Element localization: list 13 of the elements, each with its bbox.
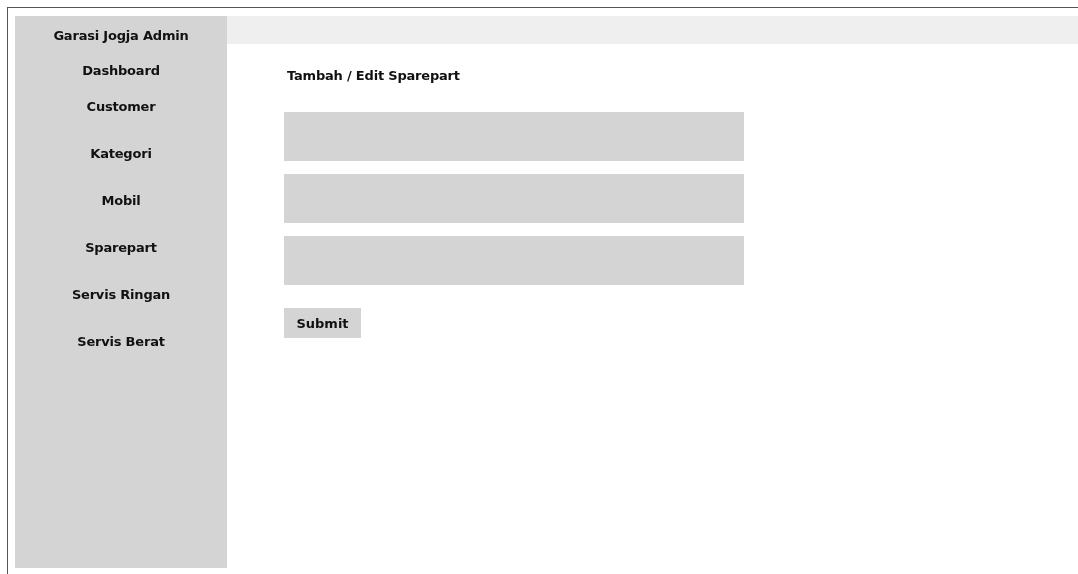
input-field[interactable] <box>284 112 744 161</box>
submit-button[interactable]: Submit <box>284 308 361 338</box>
sidebar-item[interactable]: Customer <box>86 99 156 146</box>
brand-title: Garasi Jogja Admin <box>53 28 189 45</box>
sidebar-item[interactable]: Servis Ringan <box>71 287 171 334</box>
sidebar-item[interactable]: Servis Berat <box>77 334 165 381</box>
sidebar-item[interactable]: Mobil <box>101 193 141 240</box>
form-title: Tambah / Edit Sparepart <box>287 68 460 84</box>
input-field[interactable] <box>284 174 744 223</box>
input-field[interactable] <box>284 236 744 285</box>
sidebar-item[interactable]: Dashboard <box>82 63 160 99</box>
sidebar-item[interactable]: Kategori <box>90 146 152 193</box>
sidebar-item[interactable]: Sparepart <box>85 240 157 287</box>
